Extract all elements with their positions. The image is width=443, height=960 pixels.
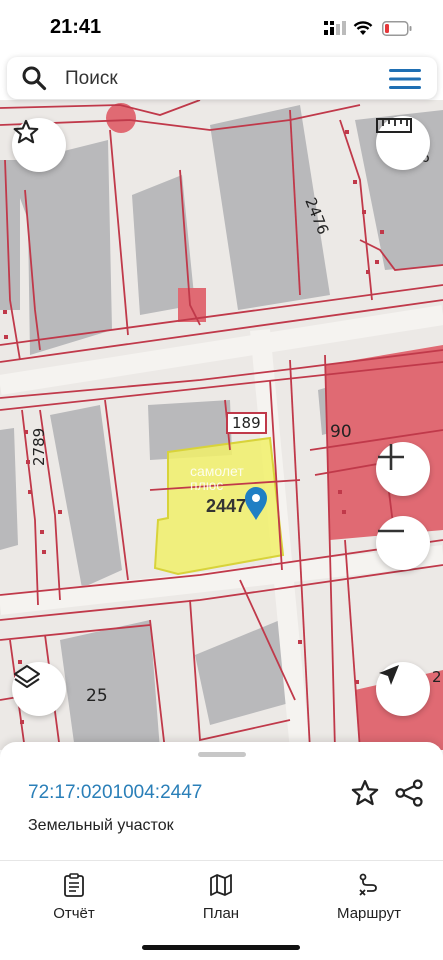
tab-report[interactable]: Отчёт [14,873,134,922]
tab-plan[interactable]: План [161,873,281,922]
parcel-label-edge-bottom: 2 [432,668,442,686]
tab-route[interactable]: Маршрут [309,873,429,922]
ruler-button[interactable] [376,116,430,170]
object-type: Земельный участок [28,817,174,834]
sheet-grabber[interactable] [198,752,246,757]
tab-route-label: Маршрут [337,905,401,922]
map-watermark: самолет плюс [190,464,244,492]
parcel-label-2789: 2789 [30,427,48,466]
selected-parcel-number: 2447 [206,496,247,516]
home-indicator [142,945,300,950]
favorite-map-button[interactable] [12,118,66,172]
tab-plan-label: План [202,905,240,922]
battery-low-icon [382,21,412,36]
parcel-label-189: 189 [226,412,267,434]
zoom-in-button[interactable] [376,442,430,496]
wifi-icon [353,21,373,35]
map-plan-icon [210,874,232,896]
search-icon [22,66,47,91]
report-icon [64,873,84,897]
navigation-arrow-icon [379,665,399,685]
watermark-line-1: самолет [190,463,244,479]
status-time: 21:41 [50,16,102,38]
bottom-tab-bar: Отчёт План Маршрут [0,860,443,960]
parcel-label-90: 90 [330,422,352,442]
watermark-line-2: плюс [190,477,224,493]
my-location-button[interactable] [376,662,430,716]
tab-report-label: Отчёт [53,905,95,922]
search-input[interactable]: Поиск [65,68,118,90]
layers-button[interactable] [12,662,66,716]
share-icon[interactable] [394,778,424,808]
cellular-signal-icon [324,21,346,35]
status-bar: 21:41 [0,0,443,56]
ruler-icon [376,118,412,133]
hamburger-menu-icon[interactable] [389,68,421,90]
cadastral-number[interactable]: 72:17:0201004:2447 [28,782,202,804]
map-canvas[interactable] [0,100,443,750]
parcel-label-25: 25 [86,686,108,706]
route-icon [359,873,377,896]
zoom-out-button[interactable] [376,516,430,570]
parcel-info-sheet[interactable]: 72:17:0201004:2447 Земельный участок [0,742,443,860]
favorite-star-icon[interactable] [350,778,380,808]
layers-icon [14,665,40,688]
star-outline-icon [13,119,39,144]
plus-icon [378,444,404,470]
search-bar[interactable]: Поиск [7,57,437,99]
cadastral-map[interactable]: 2476 189 90 2789 25 46 2 2447 самолет пл… [0,100,443,750]
minus-icon [378,529,404,533]
